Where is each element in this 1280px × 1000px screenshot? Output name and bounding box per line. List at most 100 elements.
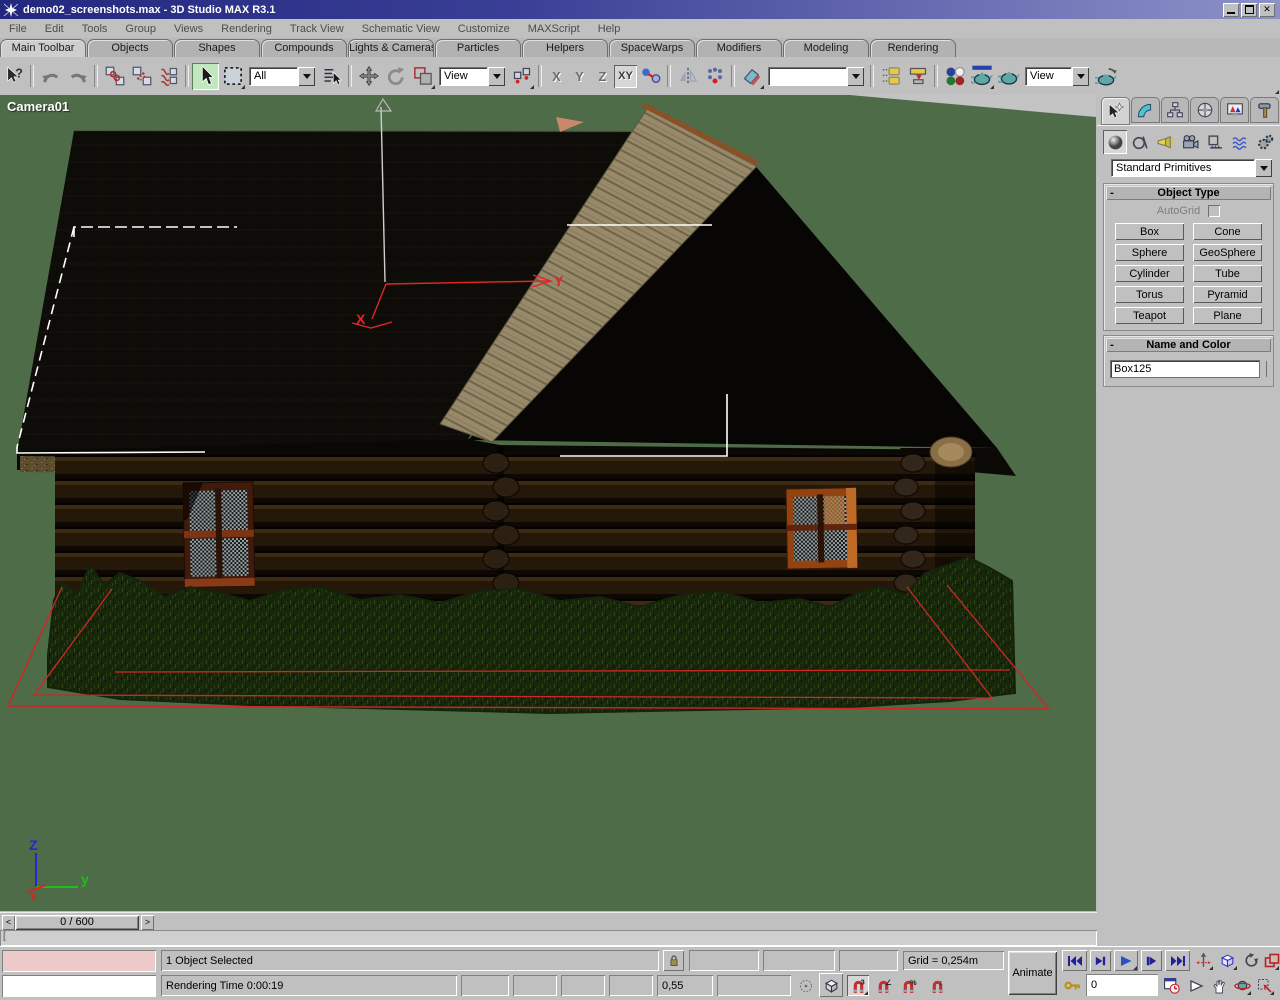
tab-utilities[interactable] — [1250, 97, 1279, 123]
box-button[interactable]: Box — [1115, 223, 1184, 240]
category-geometry-button[interactable] — [1103, 130, 1127, 154]
time-slider-thumb[interactable]: 0 / 600 — [15, 915, 139, 930]
array-button[interactable] — [701, 63, 728, 90]
tab-compounds[interactable]: Compounds — [261, 39, 347, 57]
close-button[interactable]: ✕ — [1259, 3, 1275, 17]
arc-rotate-selected-button[interactable] — [1232, 975, 1252, 996]
reference-coordinate-dropdown[interactable]: View — [439, 67, 505, 86]
primitive-category-dropdown[interactable]: Standard Primitives — [1111, 159, 1272, 177]
category-spacewarps-button[interactable] — [1228, 130, 1252, 154]
geosphere-button[interactable]: GeoSphere — [1193, 244, 1262, 261]
object-color-swatch[interactable] — [1266, 361, 1267, 377]
autogrid-checkbox[interactable] — [1208, 205, 1220, 217]
select-by-name-button[interactable] — [318, 63, 345, 90]
tab-spacewarps-helpers[interactable]: Helpers — [522, 39, 608, 57]
tube-button[interactable]: Tube — [1193, 265, 1262, 282]
maxscript-mini-listener[interactable] — [2, 975, 156, 997]
tab-particles[interactable]: Particles — [435, 39, 521, 57]
menu-maxscript[interactable]: MAXScript — [519, 21, 589, 37]
edit-named-selections-button[interactable] — [877, 63, 904, 90]
tab-hierarchy[interactable] — [1161, 97, 1190, 123]
teapot-button[interactable]: Teapot — [1115, 307, 1184, 324]
tab-rendering[interactable]: Rendering — [870, 39, 956, 57]
open-track-view-button[interactable] — [904, 63, 931, 90]
quick-render-button[interactable] — [995, 63, 1022, 90]
go-to-start-button[interactable] — [1062, 950, 1087, 971]
next-frame-arrow[interactable]: > — [141, 915, 154, 930]
collapse-icon[interactable]: - — [1106, 187, 1118, 199]
dropdown-arrow-icon[interactable] — [298, 67, 315, 86]
menu-help[interactable]: Help — [589, 21, 630, 37]
animate-button[interactable]: Animate — [1008, 951, 1057, 995]
viewport-canvas[interactable]: Y X Z y x — [0, 95, 1096, 911]
selection-filter-dropdown[interactable]: All — [249, 67, 315, 86]
restrict-y-button[interactable]: Y — [568, 65, 591, 88]
dropdown-arrow-icon[interactable] — [847, 67, 864, 86]
tab-modify[interactable] — [1131, 97, 1160, 123]
coord-y-display[interactable] — [763, 950, 835, 971]
category-cameras-button[interactable] — [1178, 130, 1202, 154]
previous-frame-button[interactable] — [1090, 950, 1111, 971]
menu-edit[interactable]: Edit — [36, 21, 73, 37]
menu-customize[interactable]: Customize — [449, 21, 519, 37]
zoom-extents-all-button[interactable] — [1216, 950, 1238, 971]
menu-schematic-view[interactable]: Schematic View — [353, 21, 449, 37]
zoom-extents-button[interactable] — [1193, 950, 1214, 971]
object-name-input[interactable] — [1110, 360, 1260, 378]
maxscript-mini-listener-macro[interactable] — [2, 950, 156, 972]
category-helpers-button[interactable] — [1203, 130, 1227, 154]
select-and-move-button[interactable] — [355, 63, 382, 90]
previous-frame-arrow[interactable]: < — [2, 915, 15, 930]
select-and-manipulate-button[interactable] — [637, 63, 664, 90]
sphere-button[interactable]: Sphere — [1115, 244, 1184, 261]
menu-track-view[interactable]: Track View — [281, 21, 353, 37]
tab-lights-cameras[interactable]: Lights & Cameras — [348, 39, 434, 57]
render-last-button[interactable] — [1092, 63, 1119, 90]
region-zoom-button[interactable] — [1255, 975, 1275, 996]
spinner-precision-field[interactable]: 0,55 — [657, 975, 713, 996]
menu-tools[interactable]: Tools — [73, 21, 117, 37]
field-of-view-button[interactable] — [1186, 975, 1206, 996]
select-and-rotate-button[interactable] — [382, 63, 409, 90]
time-configuration-button[interactable] — [1161, 975, 1182, 996]
render-type-dropdown[interactable]: View — [1025, 67, 1089, 86]
named-selection-sets-dropdown[interactable] — [768, 67, 864, 86]
coord-z-display[interactable] — [839, 950, 898, 971]
degradation-override-button[interactable] — [795, 975, 816, 996]
menu-group[interactable]: Group — [116, 21, 165, 37]
snap-cube-button[interactable] — [819, 973, 843, 997]
snap-toggle-3d-button[interactable]: 3 — [847, 975, 869, 996]
restrict-z-button[interactable]: Z — [591, 65, 614, 88]
viewport-label[interactable]: Camera01 — [7, 99, 69, 114]
collapse-icon[interactable]: - — [1106, 339, 1118, 351]
category-shapes-button[interactable] — [1128, 130, 1152, 154]
tab-main-toolbar[interactable]: Main Toolbar — [0, 39, 86, 57]
go-to-end-button[interactable] — [1165, 950, 1190, 971]
restrict-xy-plane-button[interactable]: XY — [614, 65, 637, 88]
region-select-button[interactable] — [219, 63, 246, 90]
undo-button[interactable] — [37, 63, 64, 90]
category-systems-button[interactable] — [1253, 130, 1277, 154]
play-button[interactable] — [1114, 950, 1138, 971]
mirror-button[interactable] — [674, 63, 701, 90]
dropdown-arrow-icon[interactable] — [1255, 159, 1272, 177]
tab-motion[interactable] — [1190, 97, 1219, 123]
track-bar[interactable]: [ — [0, 930, 1097, 946]
dropdown-arrow-icon[interactable] — [1072, 67, 1089, 86]
object-type-rollout-header[interactable]: - Object Type — [1106, 186, 1271, 200]
category-lights-button[interactable] — [1153, 130, 1177, 154]
menu-rendering[interactable]: Rendering — [212, 21, 281, 37]
restore-button[interactable] — [1241, 3, 1257, 17]
render-scene-button[interactable] — [968, 63, 995, 90]
percent-snap-toggle-button[interactable]: % — [897, 975, 919, 996]
restrict-x-button[interactable]: X — [545, 65, 568, 88]
redo-button[interactable] — [64, 63, 91, 90]
plane-button[interactable]: Plane — [1193, 307, 1262, 324]
menu-views[interactable]: Views — [165, 21, 212, 37]
coord-x-display[interactable] — [689, 950, 759, 971]
use-pivot-center-button[interactable] — [508, 63, 535, 90]
bind-to-spacewarp-button[interactable] — [155, 63, 182, 90]
tab-modifiers[interactable]: Modifiers — [696, 39, 782, 57]
minimize-button[interactable] — [1223, 3, 1239, 17]
align-button[interactable] — [738, 63, 765, 90]
